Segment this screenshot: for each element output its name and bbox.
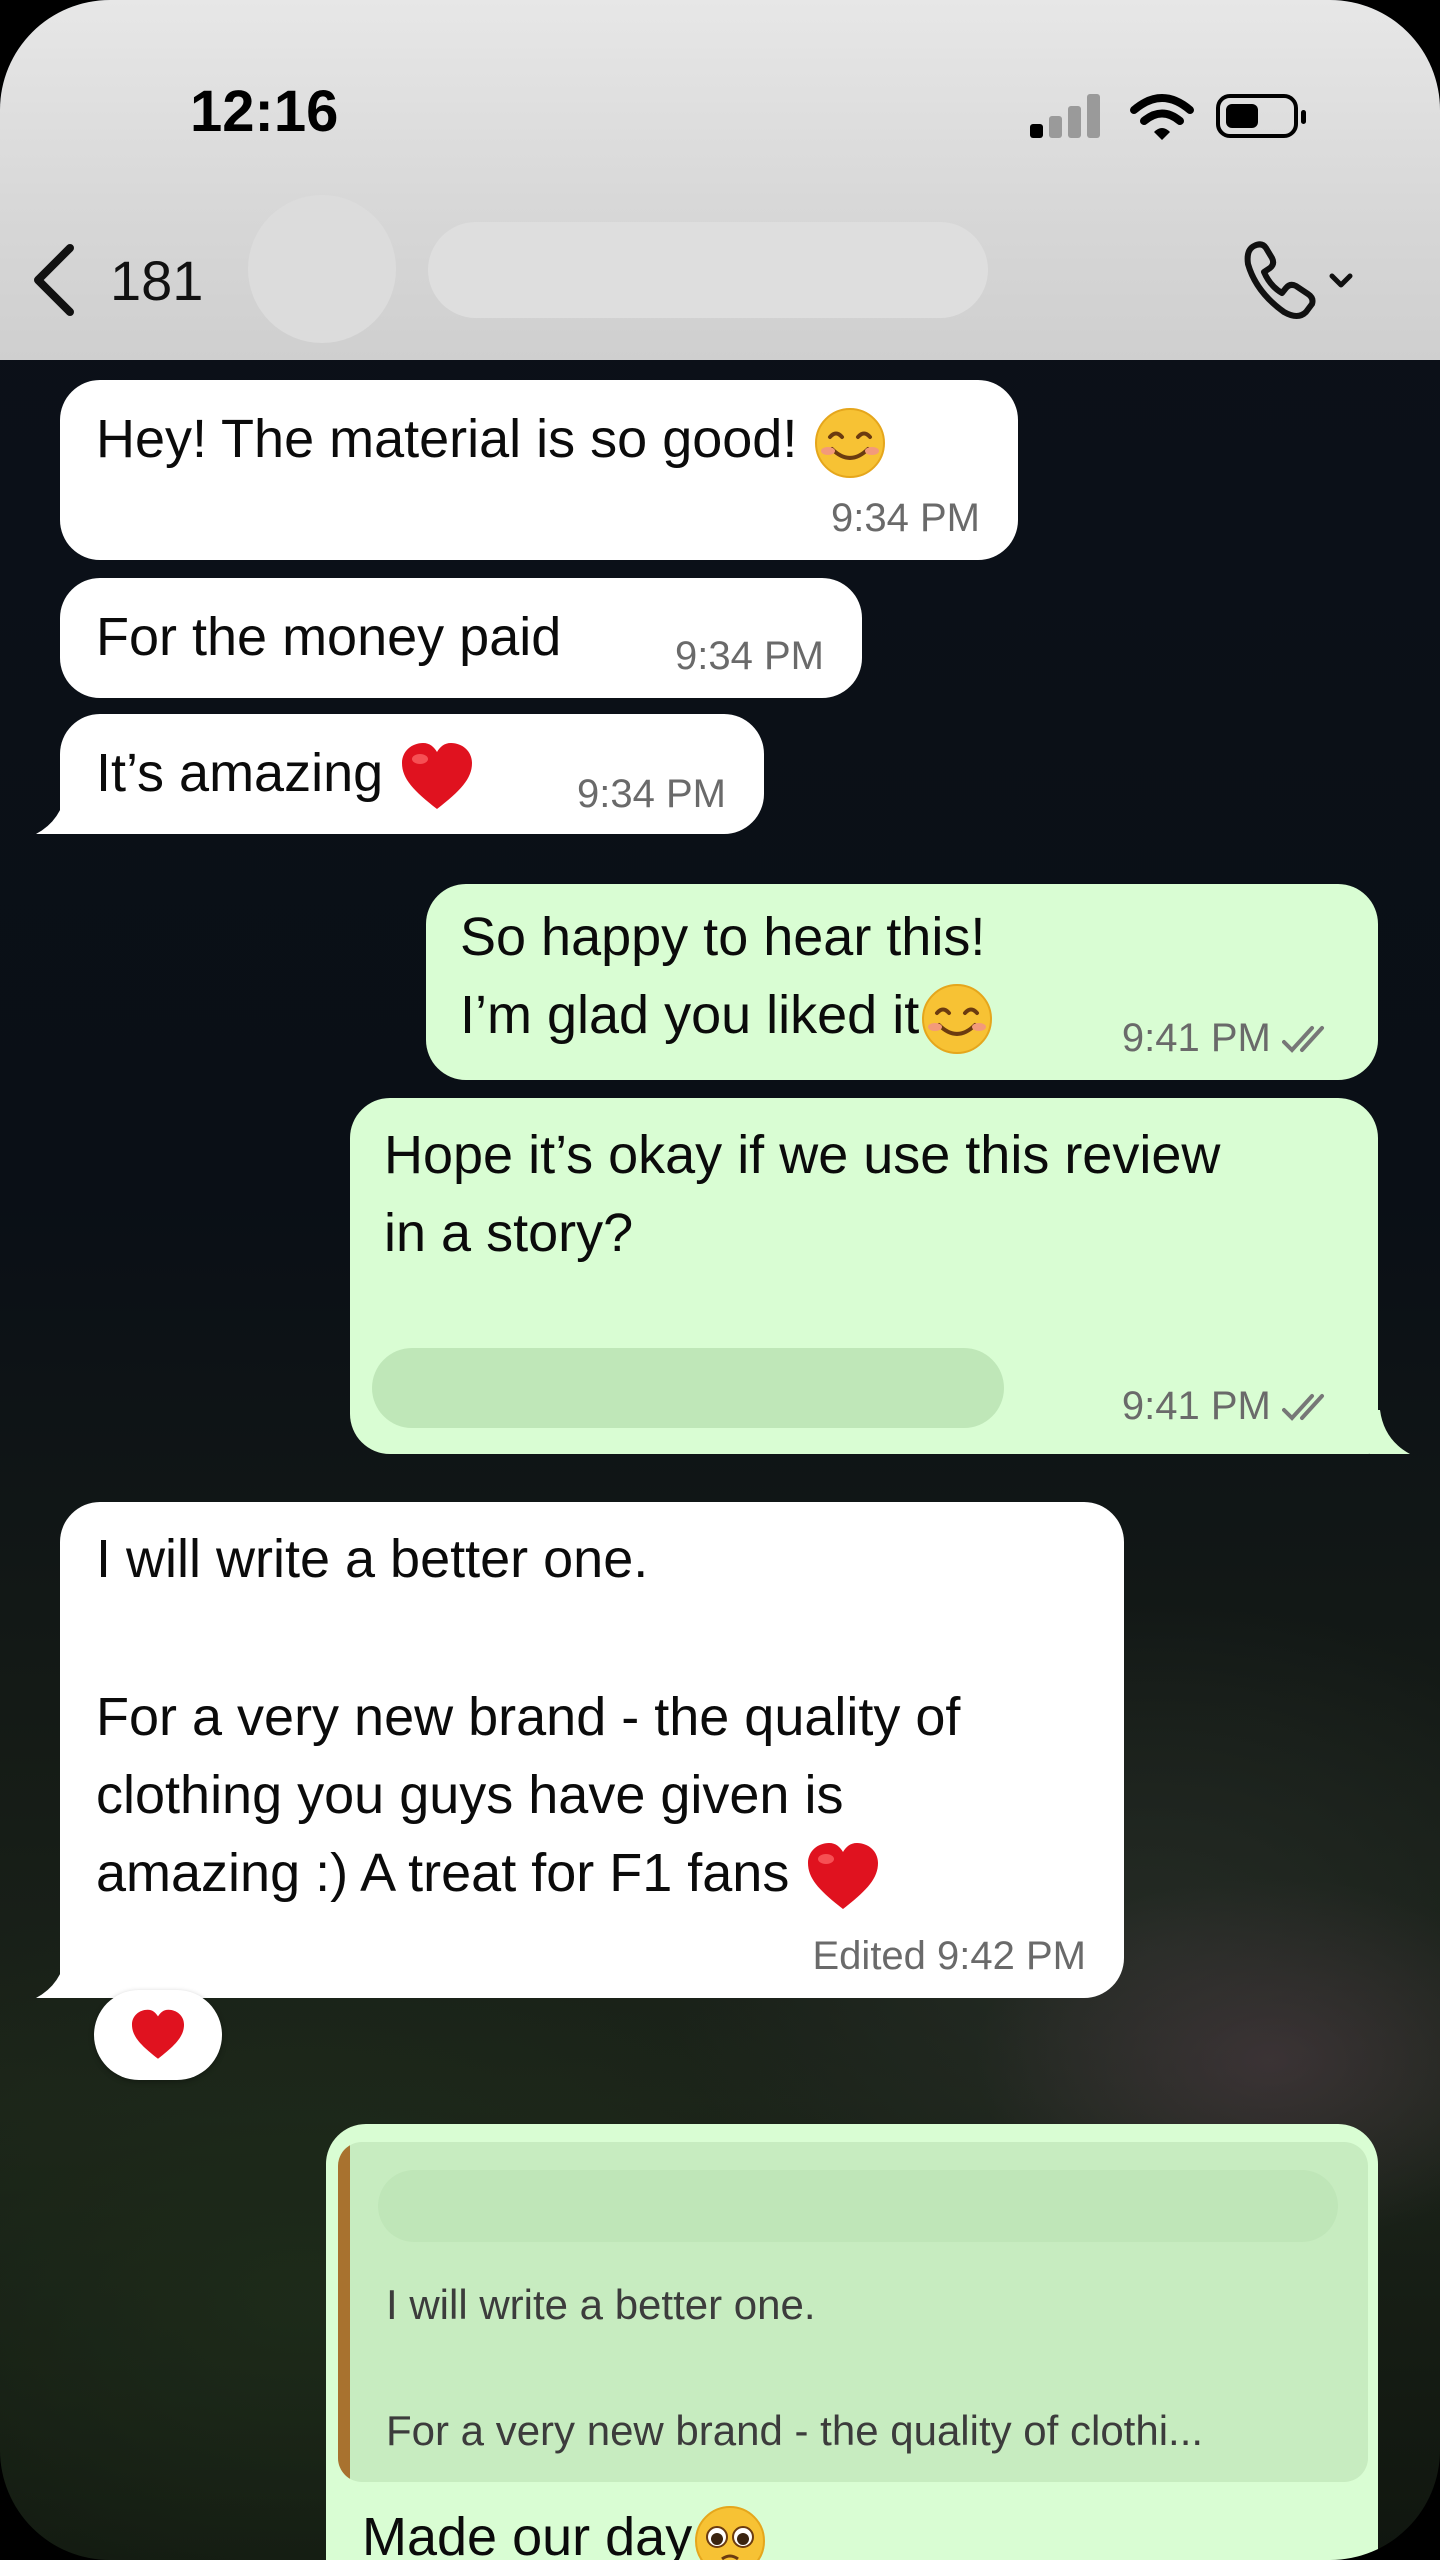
chat-header: 12:16 181 — [0, 0, 1440, 360]
incoming-message[interactable]: I will write a better one. For a very ne… — [60, 1502, 1124, 1998]
contact-name[interactable] — [428, 222, 988, 318]
quote-line: For a very new brand - the quality of cl… — [386, 2407, 1204, 2454]
red-heart-emoji — [808, 1842, 879, 1909]
redacted-sender — [378, 2170, 1338, 2242]
message-line: Hope it’s okay if we use this review — [384, 1125, 1221, 1185]
outgoing-message[interactable]: So happy to hear this! I’m glad you like… — [426, 884, 1378, 1080]
incoming-message[interactable]: For the money paid 9:34 PM — [60, 578, 862, 698]
message-time: 9:34 PM — [577, 772, 726, 816]
status-time: 12:16 — [190, 79, 339, 144]
incoming-message[interactable]: Hey! The material is so good! 9:34 PM — [60, 380, 1018, 560]
signal-icon — [1030, 94, 1102, 138]
wifi-icon — [1130, 94, 1194, 140]
pleading-face-emoji — [695, 2505, 766, 2560]
message-line: I’m glad you liked it — [460, 985, 920, 1045]
message-line: So happy to hear this! — [460, 907, 986, 967]
double-check-icon — [1282, 1026, 1324, 1054]
double-check-icon — [1282, 1394, 1324, 1422]
incoming-message[interactable]: It’s amazing 9:34 PM — [60, 714, 764, 834]
smile-emoji — [922, 983, 993, 1054]
bubble-tail — [36, 790, 76, 834]
phone-call-icon[interactable] — [1240, 236, 1360, 326]
bubble-tail — [1370, 1410, 1410, 1454]
message-meta: 9:41 PM — [1122, 1382, 1338, 1430]
quote-bar — [338, 2142, 350, 2482]
message-time: 9:41 PM — [1121, 1384, 1271, 1428]
message-time: Edited 9:42 PM — [812, 1934, 1087, 1978]
message-line: clothing you guys have given is — [96, 1765, 844, 1825]
message-text-row: Made our day — [362, 2498, 768, 2560]
message-line: in a story? — [384, 1203, 634, 1263]
red-heart-emoji — [131, 2009, 185, 2059]
message-time: 9:34 PM — [831, 496, 980, 540]
message-line: amazing :) A treat for F1 fans — [96, 1843, 805, 1903]
message-time: 9:34 PM — [675, 634, 824, 678]
message-line: For a very new brand - the quality of — [96, 1687, 961, 1747]
message-text: It’s amazing — [96, 743, 399, 803]
contact-avatar[interactable] — [248, 195, 396, 343]
red-heart-emoji — [402, 742, 473, 809]
bubble-tail — [36, 1954, 76, 1998]
back-unread-count[interactable]: 181 — [110, 248, 203, 313]
redacted-text — [372, 1348, 1004, 1428]
message-line: I will write a better one. — [96, 1529, 649, 1589]
message-meta: 9:41 PM — [1122, 1014, 1338, 1062]
quoted-message[interactable]: I will write a better one. For a very ne… — [338, 2142, 1368, 2482]
battery-icon — [1216, 94, 1306, 138]
outgoing-message[interactable]: Hope it’s okay if we use this review in … — [350, 1098, 1378, 1454]
back-chevron-icon[interactable] — [26, 240, 86, 320]
smile-emoji — [815, 407, 886, 478]
quote-line: I will write a better one. — [386, 2281, 816, 2328]
message-time: 9:41 PM — [1121, 1016, 1271, 1060]
message-text: For the money paid — [96, 607, 562, 667]
message-text: Made our day — [362, 2507, 693, 2560]
phone-screen: 12:16 181 Hey! The material is so good! — [0, 0, 1440, 2560]
message-text: Hey! The material is so good! — [96, 409, 813, 469]
reaction-badge[interactable] — [94, 1990, 222, 2080]
